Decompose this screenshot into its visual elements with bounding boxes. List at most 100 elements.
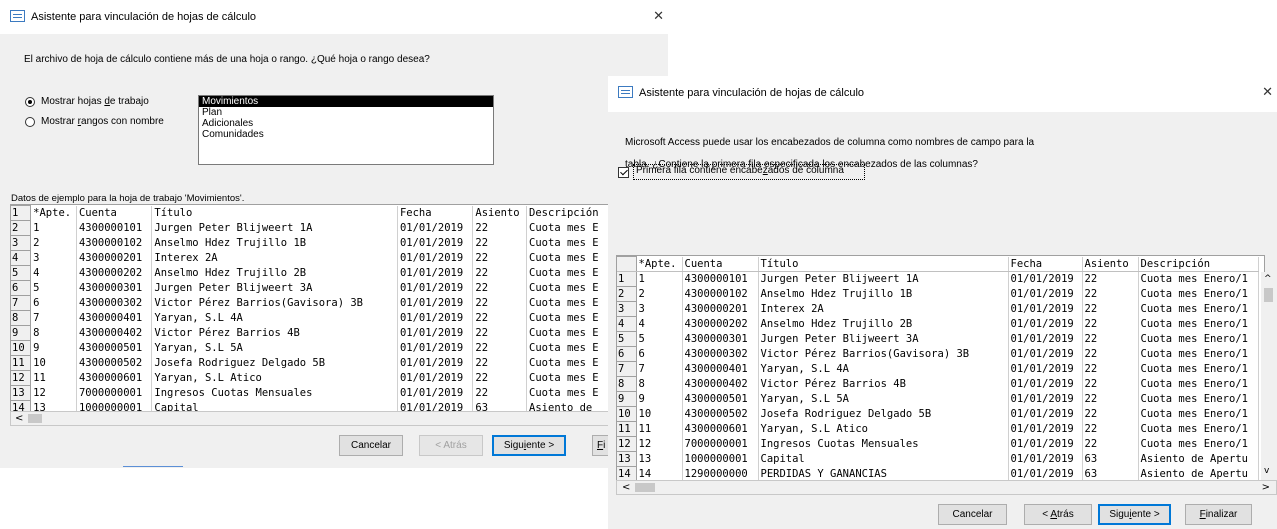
table-row[interactable]: 13 13 1000000001 Capital 01/01/2019 63 Asiento… bbox=[617, 451, 1259, 467]
table-row[interactable]: 2 1 4300000101 Jurgen Peter Blijweert 1A 01/… bbox=[11, 220, 616, 236]
table-cell: 4300000102 bbox=[682, 286, 759, 302]
sample-data-grid[interactable]: 1 *Apte. Cuenta Título Fecha Asiento Descripci… bbox=[10, 204, 617, 414]
scroll-down-icon[interactable]: v bbox=[1264, 466, 1269, 476]
list-item[interactable]: Movimientos bbox=[199, 96, 493, 107]
table-cell: Josefa Rodriguez Delgado 5B bbox=[758, 406, 1009, 422]
table-cell: Yaryan, S.L 5A bbox=[151, 340, 398, 356]
table-cell: Yaryan, S.L 4A bbox=[151, 310, 398, 326]
table-cell: Cuota mes Enero/1 bbox=[1138, 361, 1259, 377]
table-cell: 01/01/2019 bbox=[397, 295, 474, 311]
table-row[interactable]: 7 6 4300000302 Victor Pérez Barrios(Gavisor… bbox=[11, 295, 616, 311]
back-button[interactable]: < Atrás bbox=[419, 435, 483, 456]
table-header-row[interactable]: *Apte. Cuenta Título Fecha Asiento Descripció… bbox=[617, 256, 1259, 272]
table-cell: 4300000501 bbox=[76, 340, 153, 356]
close-icon[interactable]: ✕ bbox=[653, 8, 664, 24]
radio-show-named-ranges[interactable]: Mostrar rangos con nombre bbox=[25, 116, 164, 127]
table-row[interactable]: 10 10 4300000502 Josefa Rodriguez Delgado 5… bbox=[617, 406, 1259, 422]
cancel-button[interactable]: Cancelar bbox=[938, 504, 1007, 525]
radio-button-icon[interactable] bbox=[25, 96, 35, 107]
table-row[interactable]: 1 *Apte. Cuenta Título Fecha Asiento Descripci… bbox=[11, 205, 616, 221]
scrollbar-thumb[interactable] bbox=[1264, 288, 1273, 302]
sheet-listbox[interactable]: Movimientos Plan Adicionales Comunidades bbox=[198, 95, 494, 165]
table-cell: Cuota mes Enero/1 bbox=[1138, 391, 1259, 407]
next-button[interactable]: Siguiente > bbox=[492, 435, 566, 456]
radio-button-icon[interactable] bbox=[25, 116, 35, 127]
table-row[interactable]: 5 5 4300000301 Jurgen Peter Blijweert 3A 01/… bbox=[617, 331, 1259, 347]
column-header: Título bbox=[758, 256, 1009, 272]
table-row[interactable]: 2 2 4300000102 Anselmo Hdez Trujillo 1B 01/0… bbox=[617, 286, 1259, 302]
table-cell: 22 bbox=[472, 325, 528, 341]
close-icon[interactable]: ✕ bbox=[1262, 84, 1273, 100]
table-row[interactable]: 6 6 4300000302 Victor Pérez Barrios(Gavisor… bbox=[617, 346, 1259, 362]
list-item[interactable]: Plan bbox=[199, 107, 493, 118]
table-cell: 22 bbox=[472, 280, 528, 296]
table-cell: 1000000001 bbox=[682, 451, 759, 467]
table-row[interactable]: 9 8 4300000402 Victor Pérez Barrios 4B 01/01… bbox=[11, 325, 616, 341]
scroll-up-icon[interactable]: ^ bbox=[1264, 274, 1272, 284]
table-cell: 4300000601 bbox=[76, 370, 153, 386]
scrollbar-thumb[interactable] bbox=[635, 483, 655, 492]
table-cell: Cuota mes E bbox=[526, 295, 616, 311]
table-row[interactable]: 1 1 4300000101 Jurgen Peter Blijweert 1A 01/… bbox=[617, 271, 1259, 287]
cancel-button[interactable]: Cancelar bbox=[339, 435, 403, 456]
scroll-left-icon[interactable]: < bbox=[15, 412, 23, 425]
table-cell: Victor Pérez Barrios(Gavisora) 3B bbox=[151, 295, 398, 311]
table-cell: 1 bbox=[30, 220, 77, 236]
table-row[interactable]: 4 3 4300000201 Interex 2A 01/01/2019 22 Cuota … bbox=[11, 250, 616, 266]
horizontal-scrollbar[interactable]: < bbox=[10, 411, 617, 426]
title-bar: Asistente para vinculación de hojas de c… bbox=[0, 0, 668, 34]
table-row[interactable]: 11 10 4300000502 Josefa Rodriguez Delgado 5… bbox=[11, 355, 616, 371]
finish-button[interactable]: Finalizar bbox=[1185, 504, 1252, 525]
scroll-left-icon[interactable]: < bbox=[622, 481, 630, 494]
scroll-right-icon[interactable]: > bbox=[1262, 481, 1270, 494]
table-row[interactable]: 3 3 4300000201 Interex 2A 01/01/2019 22 Cuota … bbox=[617, 301, 1259, 317]
table-cell: 22 bbox=[472, 220, 528, 236]
table-cell: 01/01/2019 bbox=[397, 310, 474, 326]
table-cell: Victor Pérez Barrios 4B bbox=[151, 325, 398, 341]
table-row[interactable]: 12 11 4300000601 Yaryan, S.L Atico 01/01/201… bbox=[11, 370, 616, 386]
vertical-scrollbar[interactable]: ^ v bbox=[1261, 272, 1276, 482]
row-number-cell: 10 bbox=[617, 406, 637, 422]
table-cell: Cuota mes Enero/1 bbox=[1138, 316, 1259, 332]
list-item[interactable]: Adicionales bbox=[199, 118, 493, 129]
first-row-headers-checkbox[interactable]: Primera fila contiene encabezados de col… bbox=[618, 164, 865, 180]
table-row[interactable]: 9 9 4300000501 Yaryan, S.L 5A 01/01/2019 22 Cu… bbox=[617, 391, 1259, 407]
back-button[interactable]: < Atrás bbox=[1024, 504, 1092, 525]
table-row[interactable]: 8 8 4300000402 Victor Pérez Barrios 4B 01/01… bbox=[617, 376, 1259, 392]
table-cell: Yaryan, S.L 4A bbox=[758, 361, 1009, 377]
sample-data-grid[interactable]: *Apte. Cuenta Título Fecha Asiento Descripció… bbox=[616, 255, 1265, 483]
sample-data-table: *Apte. Cuenta Título Fecha Asiento Descripció… bbox=[617, 256, 1259, 482]
scrollbar-thumb[interactable] bbox=[28, 414, 42, 423]
table-row[interactable]: 12 12 7000000001 Ingresos Cuotas Mensuales 0… bbox=[617, 436, 1259, 452]
horizontal-scrollbar[interactable]: < > bbox=[616, 480, 1277, 495]
table-row[interactable]: 10 9 4300000501 Yaryan, S.L 5A 01/01/2019 22 C… bbox=[11, 340, 616, 356]
table-cell: Cuota mes E bbox=[526, 340, 616, 356]
table-row[interactable]: 6 5 4300000301 Jurgen Peter Blijweert 3A 01/… bbox=[11, 280, 616, 296]
table-row[interactable]: 3 2 4300000102 Anselmo Hdez Trujillo 1B 01/0… bbox=[11, 235, 616, 251]
table-cell: Jurgen Peter Blijweert 1A bbox=[151, 220, 398, 236]
title-bar: Asistente para vinculación de hojas de c… bbox=[608, 76, 1277, 112]
table-cell: 01/01/2019 bbox=[1008, 421, 1083, 437]
table-cell: 9 bbox=[636, 391, 683, 407]
table-row[interactable]: 8 7 4300000401 Yaryan, S.L 4A 01/01/2019 22 Cu… bbox=[11, 310, 616, 326]
table-cell: Cuota mes Enero/1 bbox=[1138, 436, 1259, 452]
list-item[interactable]: Comunidades bbox=[199, 129, 493, 140]
table-cell: 4300000201 bbox=[682, 301, 759, 317]
table-cell: Yaryan, S.L Atico bbox=[151, 370, 398, 386]
table-cell: 63 bbox=[1082, 451, 1139, 467]
next-button[interactable]: Siguiente > bbox=[1098, 504, 1171, 525]
checkbox-icon[interactable] bbox=[618, 166, 629, 178]
table-cell: Victor Pérez Barrios(Gavisora) 3B bbox=[758, 346, 1009, 362]
table-cell: 01/01/2019 bbox=[397, 265, 474, 281]
table-cell: 6 bbox=[30, 295, 77, 311]
table-row[interactable]: 5 4 4300000202 Anselmo Hdez Trujillo 2B 01/0… bbox=[11, 265, 616, 281]
table-row[interactable]: 13 12 7000000001 Ingresos Cuotas Mensuales 0… bbox=[11, 385, 616, 401]
table-row[interactable]: 4 4 4300000202 Anselmo Hdez Trujillo 2B 01/0… bbox=[617, 316, 1259, 332]
table-cell: 9 bbox=[30, 340, 77, 356]
row-number-cell: 11 bbox=[11, 355, 32, 371]
table-row[interactable]: 7 7 4300000401 Yaryan, S.L 4A 01/01/2019 22 Cu… bbox=[617, 361, 1259, 377]
table-cell: 01/01/2019 bbox=[1008, 361, 1083, 377]
table-cell: Anselmo Hdez Trujillo 2B bbox=[758, 316, 1009, 332]
radio-show-worksheets[interactable]: Mostrar hojas de trabajo bbox=[25, 96, 149, 107]
table-row[interactable]: 11 11 4300000601 Yaryan, S.L Atico 01/01/201… bbox=[617, 421, 1259, 437]
